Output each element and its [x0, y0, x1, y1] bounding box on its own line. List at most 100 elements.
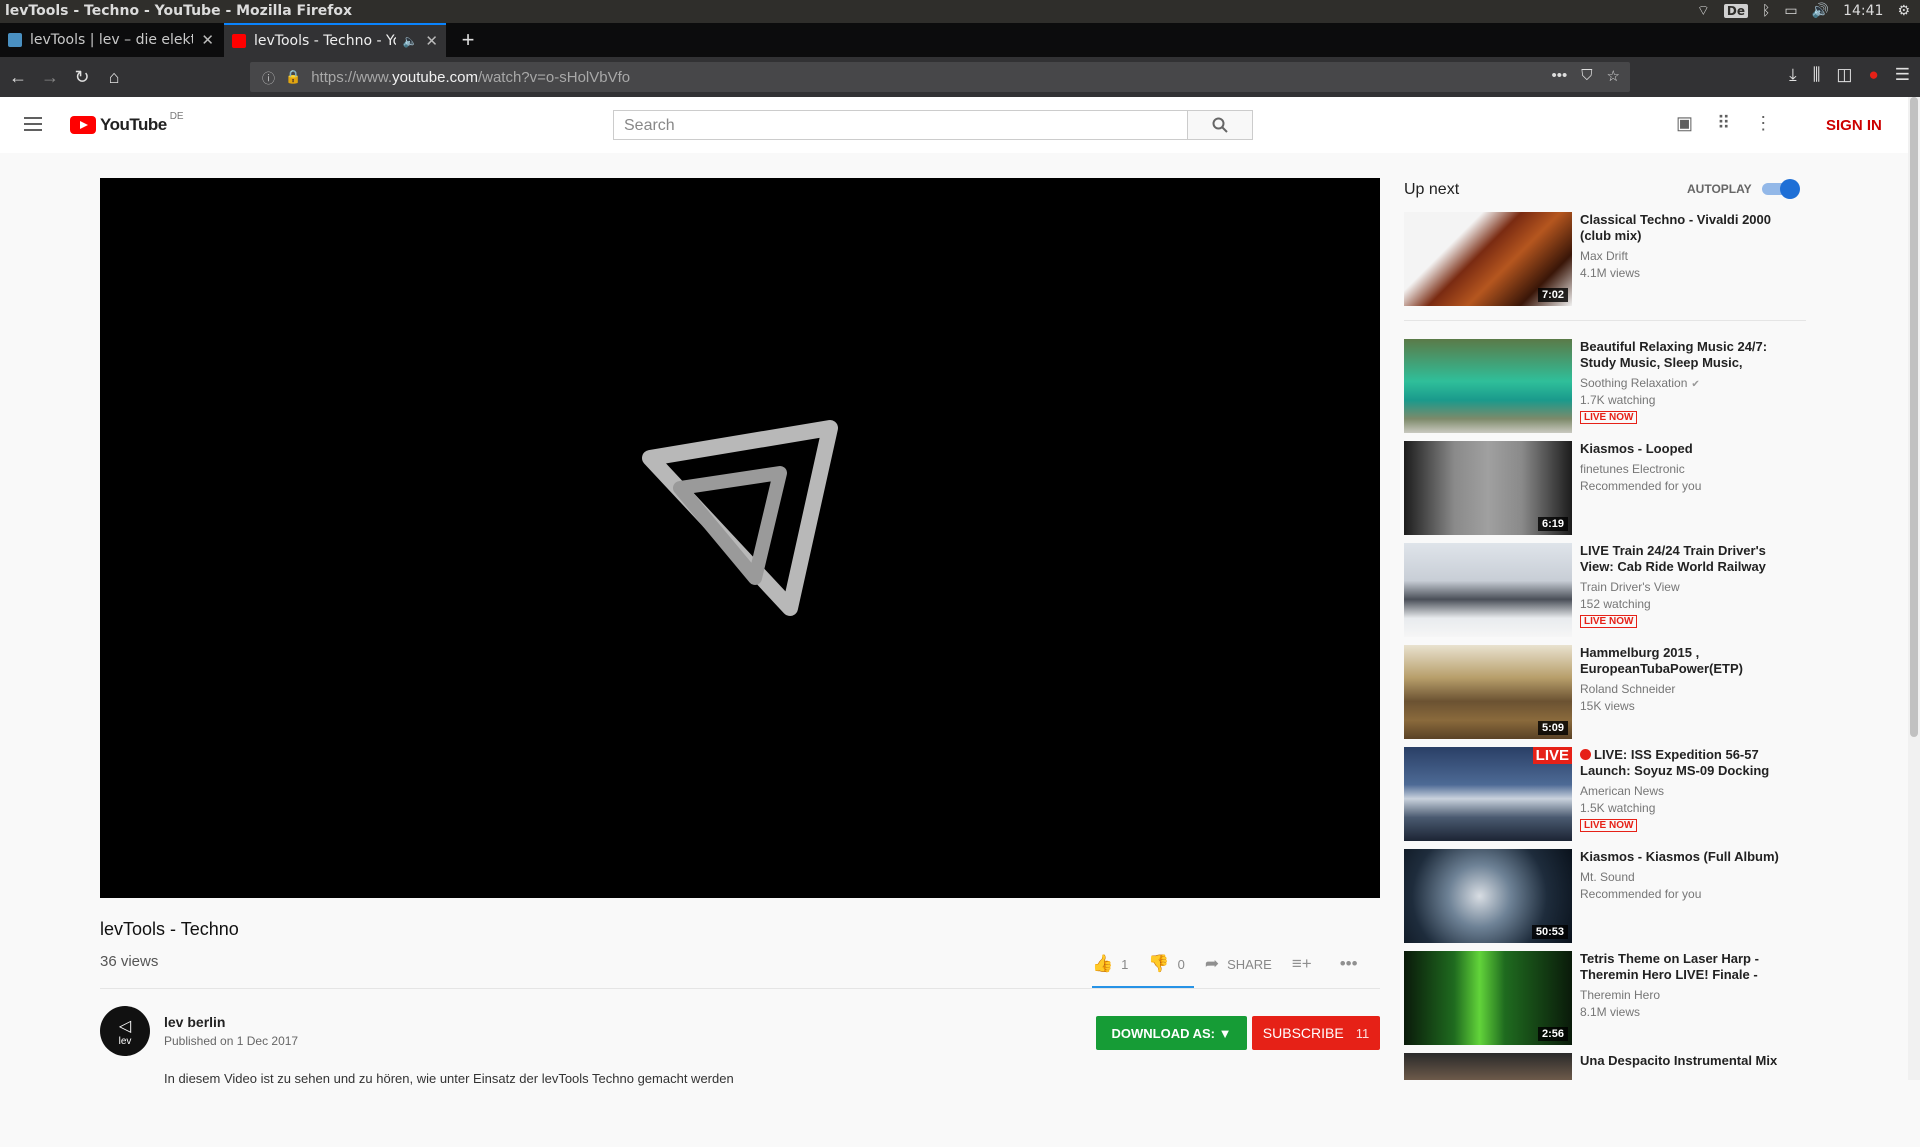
video-thumbnail[interactable]: [1404, 1053, 1572, 1080]
video-player[interactable]: [100, 178, 1380, 898]
autoplay-label: AUTOPLAY: [1687, 182, 1752, 196]
guide-menu-icon[interactable]: [24, 117, 42, 135]
video-title[interactable]: Una Despacito Instrumental Mix: [1580, 1053, 1790, 1069]
keyboard-layout[interactable]: De: [1723, 4, 1748, 18]
recommended-video[interactable]: 50:53 Kiasmos - Kiasmos (Full Album) Mt.…: [1404, 849, 1824, 943]
tab-label: levTools - Techno - Yo: [254, 33, 397, 49]
page-scrollbar[interactable]: [1908, 97, 1920, 1080]
add-to-playlist-button[interactable]: ≡+: [1292, 954, 1320, 974]
dislike-button[interactable]: 👎 0: [1148, 954, 1184, 974]
video-thumbnail[interactable]: 2:56: [1404, 951, 1572, 1045]
lock-icon[interactable]: 🔒: [285, 69, 301, 85]
upload-video-icon[interactable]: ▣: [1676, 113, 1693, 134]
more-vertical-icon[interactable]: ⋮: [1754, 113, 1772, 134]
more-actions-button[interactable]: •••: [1340, 954, 1366, 974]
speaker-icon[interactable]: 🔈: [402, 34, 417, 48]
youtube-favicon-icon: [232, 34, 246, 48]
battery-icon[interactable]: ▭: [1784, 3, 1797, 19]
bluetooth-icon[interactable]: ᛒ: [1762, 3, 1770, 19]
download-icon[interactable]: ⤓: [1789, 65, 1797, 85]
share-button[interactable]: ➦ SHARE: [1205, 954, 1272, 974]
download-as-button[interactable]: DOWNLOAD AS: ▼: [1096, 1016, 1247, 1050]
reload-icon[interactable]: ↻: [70, 65, 94, 89]
video-duration: 50:53: [1531, 925, 1568, 939]
like-button[interactable]: 👍 1: [1092, 954, 1128, 974]
library-icon[interactable]: ⫼: [1813, 65, 1821, 85]
video-thumbnail[interactable]: 5:09: [1404, 645, 1572, 739]
publish-date: Published on 1 Dec 2017: [164, 1034, 299, 1048]
apps-grid-icon[interactable]: ⠿: [1717, 113, 1730, 134]
system-tray: ⌔ De ᛒ ▭ 🔊 14:41 ⚙: [1697, 2, 1910, 20]
video-thumbnail[interactable]: 7:02: [1404, 212, 1572, 306]
video-title[interactable]: LIVE: ISS Expedition 56-57 Launch: Soyuz…: [1580, 747, 1790, 779]
video-title[interactable]: Kiasmos - Kiasmos (Full Album): [1580, 849, 1790, 865]
page-actions-icon[interactable]: •••: [1552, 67, 1568, 85]
forward-arrow-icon[interactable]: →: [38, 65, 62, 89]
search-button[interactable]: [1188, 110, 1253, 140]
info-icon[interactable]: ⓘ: [262, 68, 275, 87]
window-title: levTools - Techno - YouTube - Mozilla Fi…: [5, 3, 353, 19]
recommended-video[interactable]: Beautiful Relaxing Music 24/7: Study Mus…: [1404, 339, 1824, 433]
channel-avatar[interactable]: ◁ lev: [100, 1006, 150, 1056]
recommended-video[interactable]: LIVE LIVE: ISS Expedition 56-57 Launch: …: [1404, 747, 1824, 841]
channel-name: American News: [1580, 784, 1665, 798]
home-icon[interactable]: ⌂: [102, 65, 126, 89]
new-tab-button[interactable]: +: [453, 23, 483, 57]
tab-levtools[interactable]: levTools | lev – die elekt ✕: [0, 23, 222, 57]
search-icon: [1212, 117, 1228, 133]
clock[interactable]: 14:41: [1843, 3, 1883, 19]
recommended-video[interactable]: Una Despacito Instrumental Mix: [1404, 1053, 1824, 1147]
thumbs-up-icon: 👍: [1092, 954, 1114, 973]
video-title[interactable]: Beautiful Relaxing Music 24/7: Study Mus…: [1580, 339, 1790, 371]
video-thumbnail[interactable]: LIVE: [1404, 747, 1572, 841]
video-thumbnail[interactable]: 6:19: [1404, 441, 1572, 535]
url-bar[interactable]: ⓘ 🔒 https://www.youtube.com/watch?v=o-sH…: [250, 62, 1630, 92]
tab-strip: levTools | lev – die elekt ✕ levTools - …: [0, 23, 1920, 57]
like-ratio-bar: [1092, 986, 1194, 988]
video-title[interactable]: Classical Techno - Vivaldi 2000 (club mi…: [1580, 212, 1790, 244]
live-now-badge: LIVE NOW: [1580, 615, 1638, 628]
volume-icon[interactable]: 🔊: [1812, 3, 1829, 19]
bookmark-star-icon[interactable]: ☆: [1607, 67, 1620, 85]
video-thumbnail[interactable]: [1404, 339, 1572, 433]
pocket-icon[interactable]: ⛉: [1581, 67, 1592, 85]
tab-youtube[interactable]: levTools - Techno - Yo 🔈 ✕: [224, 23, 446, 57]
channel-name: Max Drift: [1580, 249, 1628, 263]
channel-name: Soothing Relaxation ✔: [1580, 376, 1700, 390]
channel-name: Mt. Sound: [1580, 870, 1635, 884]
recommended-video[interactable]: 6:19 Kiasmos - Looped finetunes Electron…: [1404, 441, 1824, 535]
menu-icon[interactable]: ☰: [1895, 65, 1910, 85]
lev-logo-icon: ◁: [118, 1017, 132, 1035]
video-duration: 2:56: [1537, 1027, 1568, 1041]
video-meta: 1.7K watching: [1580, 393, 1656, 407]
adblock-icon[interactable]: ●: [1868, 65, 1878, 85]
recommended-video[interactable]: 5:09 Hammelburg 2015 , EuropeanTubaPower…: [1404, 645, 1824, 739]
more-horizontal-icon: •••: [1339, 954, 1358, 973]
sidebar-icon[interactable]: ◫: [1836, 65, 1852, 85]
up-next-heading: Up next: [1404, 181, 1460, 198]
recommended-video[interactable]: 2:56 Tetris Theme on Laser Harp - Therem…: [1404, 951, 1824, 1045]
wifi-icon[interactable]: ⌔: [1697, 2, 1710, 20]
video-meta: Recommended for you: [1580, 479, 1702, 493]
video-thumbnail[interactable]: 50:53: [1404, 849, 1572, 943]
video-description: In diesem Video ist zu sehen und zu höre…: [164, 1071, 734, 1086]
video-meta: 15K views: [1580, 699, 1635, 713]
video-title[interactable]: LIVE Train 24/24 Train Driver's View: Ca…: [1580, 543, 1790, 575]
video-title[interactable]: Kiasmos - Looped: [1580, 441, 1790, 457]
close-tab-icon[interactable]: ✕: [425, 32, 438, 50]
channel-name[interactable]: lev berlin: [164, 1014, 225, 1030]
search-input[interactable]: Search: [613, 110, 1188, 140]
back-arrow-icon[interactable]: ←: [6, 65, 30, 89]
video-title[interactable]: Tetris Theme on Laser Harp - Theremin He…: [1580, 951, 1790, 983]
youtube-logo[interactable]: YouTube DE: [70, 111, 184, 135]
video-thumbnail[interactable]: [1404, 543, 1572, 637]
autoplay-toggle[interactable]: [1762, 179, 1800, 199]
thumbs-down-icon: 👎: [1148, 954, 1170, 973]
recommended-video[interactable]: 7:02 Classical Techno - Vivaldi 2000 (cl…: [1404, 212, 1824, 306]
subscribe-button[interactable]: SUBSCRIBE 11: [1252, 1016, 1380, 1050]
video-title[interactable]: Hammelburg 2015 , EuropeanTubaPower(ETP): [1580, 645, 1790, 677]
close-tab-icon[interactable]: ✕: [201, 31, 214, 49]
settings-gear-icon[interactable]: ⚙: [1897, 3, 1910, 19]
recommended-video[interactable]: LIVE Train 24/24 Train Driver's View: Ca…: [1404, 543, 1824, 637]
sign-in-button[interactable]: SIGN IN: [1826, 117, 1882, 134]
